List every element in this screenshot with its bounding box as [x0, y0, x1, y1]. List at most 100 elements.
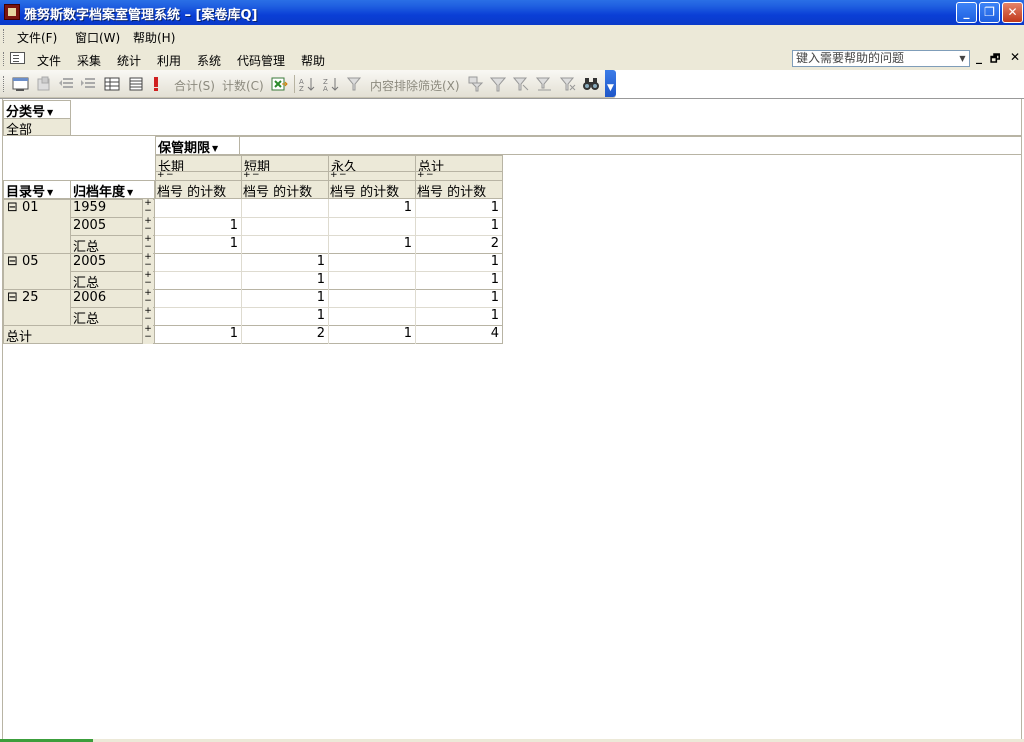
restore-button[interactable]: ❐	[979, 2, 1000, 23]
collapse-icon[interactable]: −	[252, 172, 260, 180]
close-button[interactable]: ✕	[1002, 2, 1023, 23]
filter-value[interactable]: 全部	[3, 118, 71, 136]
menu-file[interactable]: 文件(F)	[17, 29, 57, 46]
data-cell[interactable]: 1	[329, 200, 415, 217]
expand-icon[interactable]: +	[243, 172, 251, 180]
menu2-code-management[interactable]: 代码管理	[237, 52, 285, 69]
menu2-collect[interactable]: 采集	[77, 52, 101, 69]
field-list-icon[interactable]	[12, 76, 30, 92]
demote-icon[interactable]	[80, 76, 96, 92]
data-cell-total[interactable]: 1	[416, 218, 502, 235]
column-item-long-term[interactable]: 长期	[155, 155, 242, 172]
data-cell[interactable]: 1	[242, 254, 328, 271]
data-cell[interactable]: 1	[242, 272, 328, 289]
filter-by-selection-icon[interactable]	[513, 76, 529, 92]
menu2-system[interactable]: 系统	[197, 52, 221, 69]
sort-descending-icon[interactable]: ZA	[323, 76, 341, 92]
advanced-filter-icon[interactable]	[536, 76, 552, 92]
collapse-icon[interactable]	[128, 76, 144, 92]
grand-total-cell[interactable]: 4	[416, 326, 502, 343]
expand-icon[interactable]: +	[417, 172, 425, 180]
remove-filter-icon[interactable]	[560, 76, 576, 92]
measure-header[interactable]: 档号 的计数	[155, 180, 242, 199]
collapse-icon[interactable]: −	[166, 172, 174, 180]
row-grand-total[interactable]: 总计	[3, 325, 155, 344]
data-cell[interactable]: 1	[329, 236, 415, 253]
column-item-total[interactable]: 总计	[415, 155, 503, 172]
find-icon[interactable]	[582, 76, 600, 92]
sort-ascending-icon[interactable]: AZ	[299, 76, 317, 92]
menu-window[interactable]: 窗口(W)	[75, 29, 120, 46]
column-field-retention[interactable]: 保管期限 ▼	[155, 136, 240, 155]
data-cell-total[interactable]: 1	[416, 290, 502, 307]
column-item-permanent[interactable]: 永久	[328, 155, 416, 172]
mdi-close-button[interactable]: ✕	[1010, 50, 1020, 64]
data-cell[interactable]: 1	[242, 308, 328, 325]
content-exclude-filter-button[interactable]: 内容排除筛选(X)	[370, 77, 460, 94]
menu2-use[interactable]: 利用	[157, 52, 181, 69]
expand-icon[interactable]: +	[330, 172, 338, 180]
data-cell[interactable]	[329, 272, 415, 289]
toolbar-grip[interactable]	[3, 76, 7, 92]
toolbar-options-icon[interactable]: ▼	[605, 70, 616, 97]
count-button[interactable]: 计数(C)	[222, 77, 264, 94]
data-cell-total[interactable]: 1	[416, 254, 502, 271]
autocalc-icon[interactable]	[36, 76, 52, 92]
data-cell[interactable]	[155, 272, 241, 289]
expand-icon[interactable]: +	[157, 172, 165, 180]
minimize-button[interactable]: _	[956, 2, 977, 23]
alert-icon[interactable]	[150, 76, 162, 92]
form-icon[interactable]	[10, 52, 25, 64]
data-cell-total[interactable]: 1	[416, 200, 502, 217]
data-cell[interactable]	[155, 308, 241, 325]
data-cell-total[interactable]: 2	[416, 236, 502, 253]
measure-header[interactable]: 档号 的计数	[415, 180, 503, 199]
data-cell[interactable]	[242, 200, 328, 217]
export-excel-icon[interactable]	[270, 76, 288, 92]
data-cell[interactable]	[242, 236, 328, 253]
help-search-input[interactable]: 键入需要帮助的问题 ▼	[792, 50, 970, 67]
autofilter-icon[interactable]	[490, 76, 506, 92]
row-group-catalog[interactable]: ⊟ 25	[3, 289, 71, 326]
sum-button[interactable]: 合计(S)	[174, 77, 215, 94]
row-field-catalog[interactable]: 目录号 ▼	[3, 180, 71, 199]
data-cell[interactable]	[155, 254, 241, 271]
expand-icon[interactable]	[104, 76, 120, 92]
app-icon[interactable]	[4, 4, 20, 20]
collapse-icon[interactable]: −	[426, 172, 434, 180]
row-field-year[interactable]: 归档年度 ▼	[70, 180, 155, 199]
mdi-restore-button[interactable]: 🗗	[990, 50, 1000, 69]
filter-exclude-icon[interactable]	[347, 76, 363, 92]
data-cell[interactable]	[329, 254, 415, 271]
data-cell-total[interactable]: 1	[416, 272, 502, 289]
data-cell[interactable]	[155, 290, 241, 307]
mdi-minimize-button[interactable]: _	[976, 50, 982, 64]
data-cell[interactable]	[329, 290, 415, 307]
data-cell[interactable]: 1	[242, 290, 328, 307]
menu2-statistics[interactable]: 统计	[117, 52, 141, 69]
data-cell[interactable]	[329, 218, 415, 235]
filter-field-classification[interactable]: 分类号 ▼	[3, 100, 71, 119]
show-top-icon[interactable]	[468, 76, 484, 92]
grand-total-cell[interactable]: 1	[329, 326, 415, 343]
column-item-short-term[interactable]: 短期	[241, 155, 329, 172]
data-cell[interactable]	[242, 218, 328, 235]
menu2-file[interactable]: 文件	[37, 52, 61, 69]
menubar-grip[interactable]	[3, 29, 7, 43]
row-group-catalog[interactable]: ⊟ 05	[3, 253, 71, 290]
collapse-icon[interactable]: −	[339, 172, 347, 180]
data-cell[interactable]	[329, 308, 415, 325]
row-group-catalog[interactable]: ⊟ 01	[3, 199, 71, 254]
menu-help[interactable]: 帮助(H)	[133, 29, 175, 46]
data-cell[interactable]	[155, 200, 241, 217]
data-cell[interactable]: 1	[155, 218, 241, 235]
measure-header[interactable]: 档号 的计数	[241, 180, 329, 199]
data-cell[interactable]: 1	[155, 236, 241, 253]
grand-total-cell[interactable]: 1	[155, 326, 241, 343]
measure-header[interactable]: 档号 的计数	[328, 180, 416, 199]
menubar2-grip[interactable]	[3, 52, 7, 66]
promote-icon[interactable]	[58, 76, 74, 92]
menu2-help[interactable]: 帮助	[301, 52, 325, 69]
row-expand-collapse[interactable]: + −	[142, 325, 153, 344]
chevron-down-icon[interactable]: ▼	[956, 51, 969, 66]
